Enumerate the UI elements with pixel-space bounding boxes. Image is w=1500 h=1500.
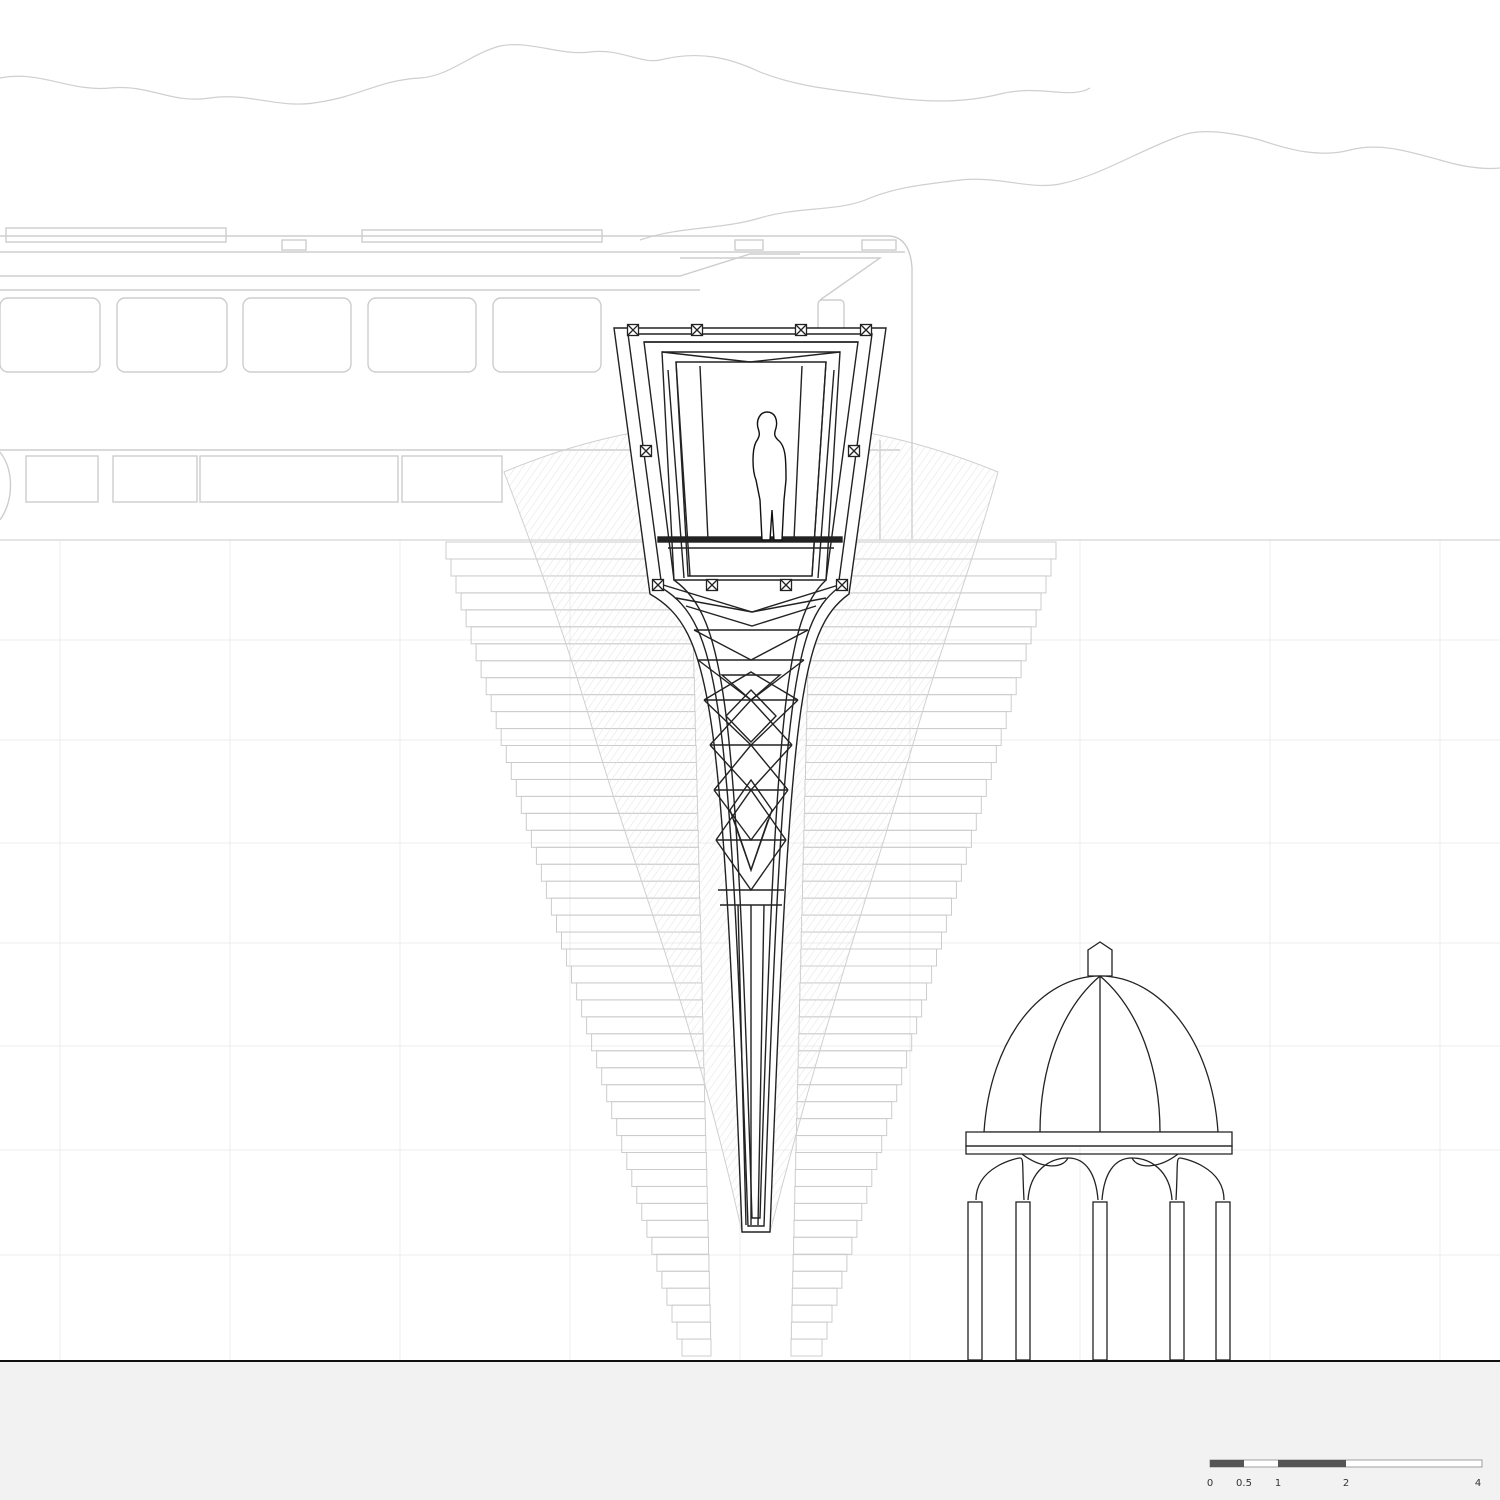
step [794, 1185, 868, 1204]
step [796, 1084, 898, 1103]
step [616, 1118, 706, 1137]
step [651, 1236, 710, 1255]
step [671, 1304, 711, 1323]
step [586, 1016, 704, 1035]
elevation-svg [0, 44, 1500, 1500]
step [790, 1338, 823, 1357]
step [606, 1084, 706, 1103]
step [793, 1202, 863, 1221]
step [796, 1118, 888, 1137]
scale-label-0: 0 [1206, 1478, 1214, 1489]
step [641, 1202, 709, 1221]
step [796, 1101, 893, 1120]
step [596, 1050, 705, 1069]
step [681, 1338, 712, 1357]
step [676, 1321, 712, 1340]
step [591, 1033, 704, 1052]
step [794, 1169, 873, 1187]
step [631, 1169, 708, 1187]
step [795, 1152, 878, 1170]
step [611, 1101, 706, 1120]
step [790, 1321, 828, 1340]
step [791, 1287, 838, 1306]
scale-label-4: 4 [1474, 1478, 1482, 1489]
scale-bar [1209, 1459, 1483, 1468]
step [601, 1067, 705, 1086]
scale-label-2: 2 [1342, 1478, 1350, 1489]
step [646, 1219, 709, 1238]
step [661, 1270, 710, 1289]
scale-label-1: 1 [1274, 1478, 1282, 1489]
step [792, 1270, 843, 1289]
step [666, 1287, 711, 1306]
tree-line [0, 44, 1500, 241]
gazebo-pavilion [965, 941, 1233, 1361]
step [656, 1253, 710, 1272]
scale-label-0-5: 0.5 [1236, 1478, 1252, 1489]
step [791, 1304, 833, 1323]
step [626, 1152, 707, 1170]
step [636, 1185, 708, 1204]
elevation-drawing: 0 0.5 1 2 4 [0, 0, 1500, 1500]
step [792, 1253, 848, 1272]
step [793, 1236, 853, 1255]
step [793, 1219, 858, 1238]
